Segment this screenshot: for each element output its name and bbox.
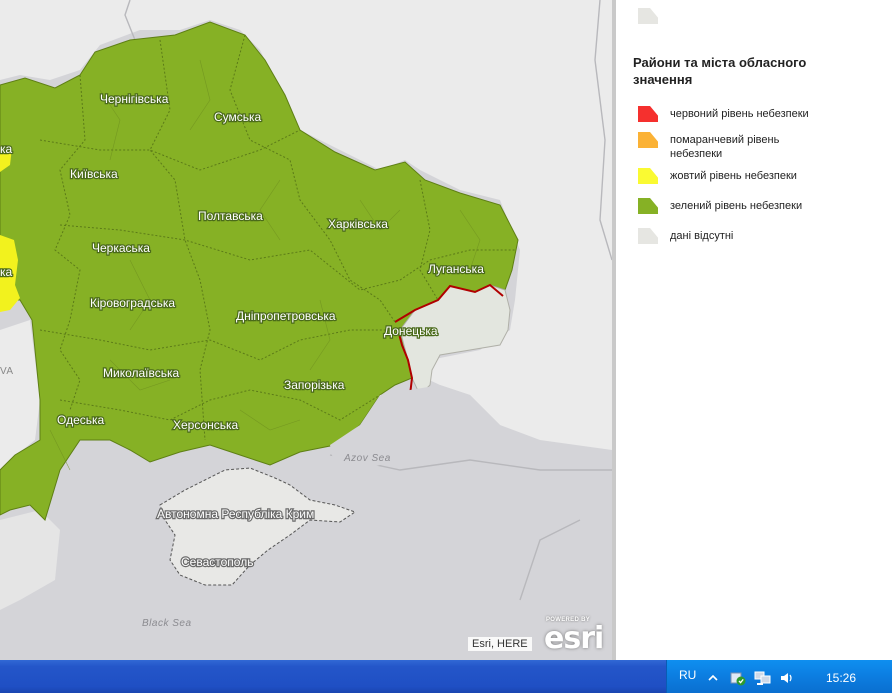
partial-country-label: VA	[0, 366, 14, 377]
legend-item-green: зелений рівень небезпеки	[638, 198, 840, 214]
legend-swatch-orange	[638, 132, 658, 148]
system-tray: RU	[666, 660, 892, 693]
map-attribution[interactable]: Esri, HERE	[468, 637, 532, 651]
sea-label: Black Sea	[142, 618, 192, 629]
region-label: Кіровоградська	[90, 296, 175, 310]
map-view[interactable]: Чернігівська Сумська Київська Полтавська…	[0, 0, 612, 660]
esri-logo[interactable]: POWERED BY esri	[540, 617, 610, 656]
legend-label: червоний рівень небезпеки	[670, 108, 809, 120]
volume-icon[interactable]	[780, 671, 794, 685]
legend-swatch-yellow	[638, 168, 658, 184]
region-label: Херсонська	[173, 418, 239, 432]
region-label: Запорізька	[284, 378, 345, 392]
region-label: Сумська	[214, 110, 262, 124]
legend-label: зелений рівень небезпеки	[670, 200, 803, 212]
region-label: Луганська	[428, 262, 484, 276]
legend-label: жовтий рівень небезпеки	[670, 170, 797, 182]
legend-item-red: червоний рівень небезпеки	[638, 106, 840, 122]
legend-item-yellow: жовтий рівень небезпеки	[638, 168, 840, 184]
land-southwest	[0, 510, 60, 610]
region-label: Дніпропетровська	[236, 309, 336, 323]
region-label: Миколаївська	[103, 366, 180, 380]
region-label: Чернігівська	[100, 92, 169, 106]
sea-label: Azov Sea	[343, 453, 391, 464]
legend-label: помаранчевий рівень небезпеки	[670, 134, 780, 160]
map-canvas[interactable]: Чернігівська Сумська Київська Полтавська…	[0, 0, 612, 660]
legend-swatch-top	[638, 8, 658, 24]
legend-title: Райони та міста обласного значення	[633, 55, 807, 87]
region-label: Севастополь	[181, 555, 253, 569]
show-hidden-icon[interactable]	[708, 673, 718, 683]
legend-swatch-red	[638, 106, 658, 122]
legend-item-orange: помаранчевий рівень небезпеки	[638, 132, 800, 161]
region-label: Автономна Республіка Крим	[157, 507, 314, 521]
network-icon[interactable]	[754, 670, 772, 686]
partial-region-label: ка	[0, 142, 13, 156]
legend-item-nodata: дані відсутні	[638, 228, 840, 244]
region-label: Донецька	[384, 324, 438, 338]
clock[interactable]: 15:26	[826, 671, 856, 685]
esri-wordmark: esri	[544, 621, 604, 656]
partial-region-label: ка	[0, 265, 13, 279]
security-icon[interactable]	[730, 670, 746, 686]
legend-swatch-nodata	[638, 228, 658, 244]
language-indicator[interactable]: RU	[679, 668, 696, 682]
region-label: Київська	[70, 167, 118, 181]
region-label: Полтавська	[198, 209, 263, 223]
region-label: Одеська	[57, 413, 105, 427]
legend-label: дані відсутні	[670, 230, 734, 242]
region-label: Черкаська	[92, 241, 150, 255]
legend-panel: Райони та міста обласного значення черво…	[616, 0, 892, 660]
region-label: Харківська	[328, 217, 388, 231]
legend-swatch-green	[638, 198, 658, 214]
